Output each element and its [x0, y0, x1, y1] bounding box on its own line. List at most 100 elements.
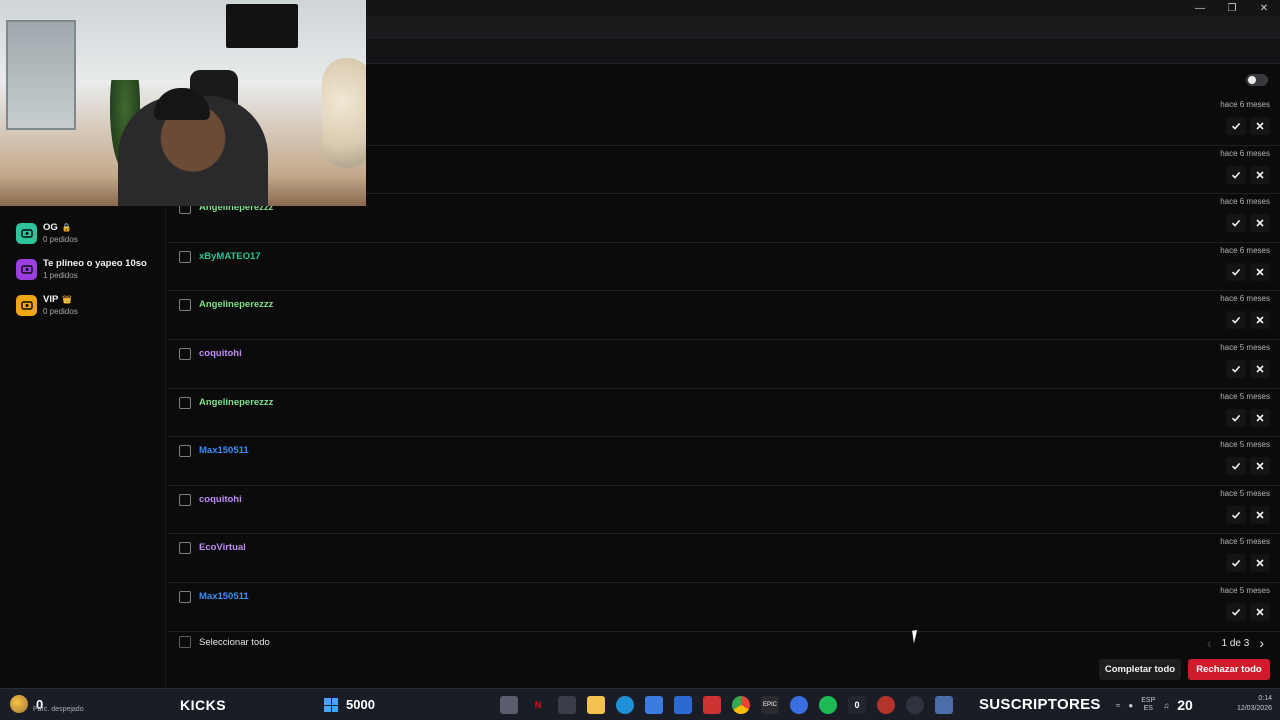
pagination: ‹ 1 de 3 › — [1207, 635, 1264, 651]
sidebar-item-og[interactable]: OG 🔒 0 pedidos — [16, 222, 78, 244]
reject-x-icon[interactable] — [1250, 262, 1270, 281]
request-user: Angelineperezzz — [199, 396, 274, 408]
approve-check-icon[interactable] — [1226, 214, 1246, 233]
approve-check-icon[interactable] — [1226, 554, 1246, 573]
request-time: hace 5 meses — [1220, 488, 1270, 498]
request-time: hace 5 meses — [1220, 440, 1270, 450]
app-icon[interactable] — [558, 696, 576, 714]
request-row: Angelineperezzz hace 6 meses — [167, 291, 1280, 340]
request-user: EcoVirtual — [199, 542, 246, 554]
complete-all-button[interactable]: Completar todo — [1099, 659, 1181, 680]
close-icon[interactable]: ✕ — [1248, 0, 1280, 16]
reject-x-icon[interactable] — [1250, 408, 1270, 427]
row-actions — [1226, 311, 1270, 330]
reject-x-icon[interactable] — [1250, 214, 1270, 233]
row-actions — [1226, 117, 1270, 135]
edge-icon[interactable] — [616, 696, 634, 714]
row-checkbox[interactable] — [179, 299, 191, 312]
request-row: EcoVirtual hace 5 meses — [167, 534, 1280, 583]
app-icon[interactable] — [790, 696, 808, 714]
row-checkbox[interactable] — [179, 396, 191, 409]
row-actions — [1226, 554, 1270, 573]
reject-x-icon[interactable] — [1250, 457, 1270, 476]
sidebar-item-te-plineo[interactable]: Te plineo o yapeo 10so 1 pedidos — [16, 258, 147, 280]
plush-toy — [322, 58, 366, 168]
stream-app-icon[interactable] — [703, 696, 721, 714]
approve-check-icon[interactable] — [1226, 408, 1246, 427]
clock[interactable]: 0:14 12/03/2026 — [1237, 694, 1272, 714]
row-checkbox[interactable] — [179, 445, 191, 458]
request-row: coquitohi hace 5 meses — [167, 486, 1280, 535]
restore-icon[interactable]: ❐ — [1216, 0, 1248, 16]
next-page-icon[interactable]: › — [1259, 635, 1264, 651]
netflix-icon[interactable]: N — [529, 696, 547, 714]
photos-icon[interactable] — [674, 696, 692, 714]
epic-games-icon[interactable]: EPIC — [761, 696, 779, 714]
request-time: hace 6 meses — [1220, 148, 1270, 158]
request-row: coquitohi hace 5 meses — [167, 340, 1280, 389]
sidebar-item-vip[interactable]: VIP 👑 0 pedidos — [16, 294, 78, 316]
approve-check-icon[interactable] — [1226, 165, 1246, 184]
toggle-switch[interactable] — [1246, 74, 1268, 86]
mouse-cursor — [912, 629, 924, 644]
row-checkbox[interactable] — [179, 493, 191, 506]
reject-all-button[interactable]: Rechazar todo — [1188, 659, 1270, 680]
approve-check-icon[interactable] — [1226, 505, 1246, 524]
request-row: xByMATEO17 hace 6 meses — [167, 243, 1280, 292]
row-checkbox[interactable] — [179, 542, 191, 555]
row-actions — [1226, 603, 1270, 621]
request-user: coquitohi — [199, 348, 242, 359]
select-all[interactable]: Seleccionar todo — [179, 636, 270, 648]
obs-icon[interactable] — [906, 696, 924, 714]
request-row: Max150511 hace 5 meses — [167, 437, 1280, 486]
request-time: hace 5 meses — [1220, 537, 1270, 547]
category-icon — [16, 222, 37, 244]
approve-check-icon[interactable] — [1226, 603, 1246, 621]
language-indicator[interactable]: ESP ES — [1141, 697, 1155, 713]
request-user: Max150511 — [199, 445, 249, 457]
taskbar: 0 Parc. despejado KICKS 5000 N EPIC 0 SU… — [0, 688, 1280, 720]
category-count: 0 pedidos — [43, 307, 78, 316]
approve-check-icon[interactable] — [1226, 457, 1246, 476]
approve-check-icon[interactable] — [1226, 311, 1246, 330]
app-icon[interactable] — [935, 696, 953, 714]
windows-start-icon[interactable] — [324, 698, 338, 712]
kicks-label: KICKS — [180, 697, 227, 713]
reject-x-icon[interactable] — [1250, 311, 1270, 330]
store-icon[interactable] — [645, 696, 663, 714]
row-checkbox[interactable] — [179, 250, 191, 263]
reject-x-icon[interactable] — [1250, 554, 1270, 573]
microphone-icon[interactable]: ● — [1128, 701, 1133, 710]
window-controls: — ❐ ✕ — [1184, 0, 1280, 16]
webcam-overlay — [0, 0, 366, 206]
weather-text: Parc. despejado — [33, 706, 84, 713]
chrome-icon[interactable] — [732, 696, 750, 714]
request-time: hace 5 meses — [1220, 586, 1270, 595]
reject-x-icon[interactable] — [1250, 117, 1270, 135]
sidebar: OG 🔒 0 pedidos Te plineo o yapeo 10so 1 p… — [0, 206, 166, 688]
reject-x-icon[interactable] — [1250, 165, 1270, 184]
reject-x-icon[interactable] — [1250, 603, 1270, 621]
request-time: hace 5 meses — [1220, 343, 1270, 352]
approve-check-icon[interactable] — [1226, 262, 1246, 281]
row-checkbox[interactable] — [179, 348, 191, 360]
category-count: 1 pedidos — [43, 271, 78, 280]
select-all-checkbox[interactable] — [179, 636, 191, 648]
spotify-icon[interactable] — [819, 696, 837, 714]
request-user: coquitohi — [199, 493, 242, 505]
minimize-icon[interactable]: — — [1184, 0, 1216, 16]
reject-x-icon[interactable] — [1250, 505, 1270, 524]
request-user: Angelineperezzz — [199, 299, 274, 311]
request-time: hace 6 meses — [1220, 100, 1270, 109]
prev-page-icon[interactable]: ‹ — [1207, 635, 1212, 651]
approve-check-icon[interactable] — [1226, 117, 1246, 135]
reject-x-icon[interactable] — [1250, 360, 1270, 378]
wifi-icon[interactable]: ≈ — [1116, 701, 1120, 710]
volume-icon[interactable]: ♫ — [1163, 701, 1169, 710]
task-view-icon[interactable] — [500, 696, 518, 714]
app-badge-icon[interactable]: 0 — [848, 696, 866, 714]
app-icon[interactable] — [877, 696, 895, 714]
row-checkbox[interactable] — [179, 591, 191, 603]
approve-check-icon[interactable] — [1226, 360, 1246, 378]
file-explorer-icon[interactable] — [587, 696, 605, 714]
